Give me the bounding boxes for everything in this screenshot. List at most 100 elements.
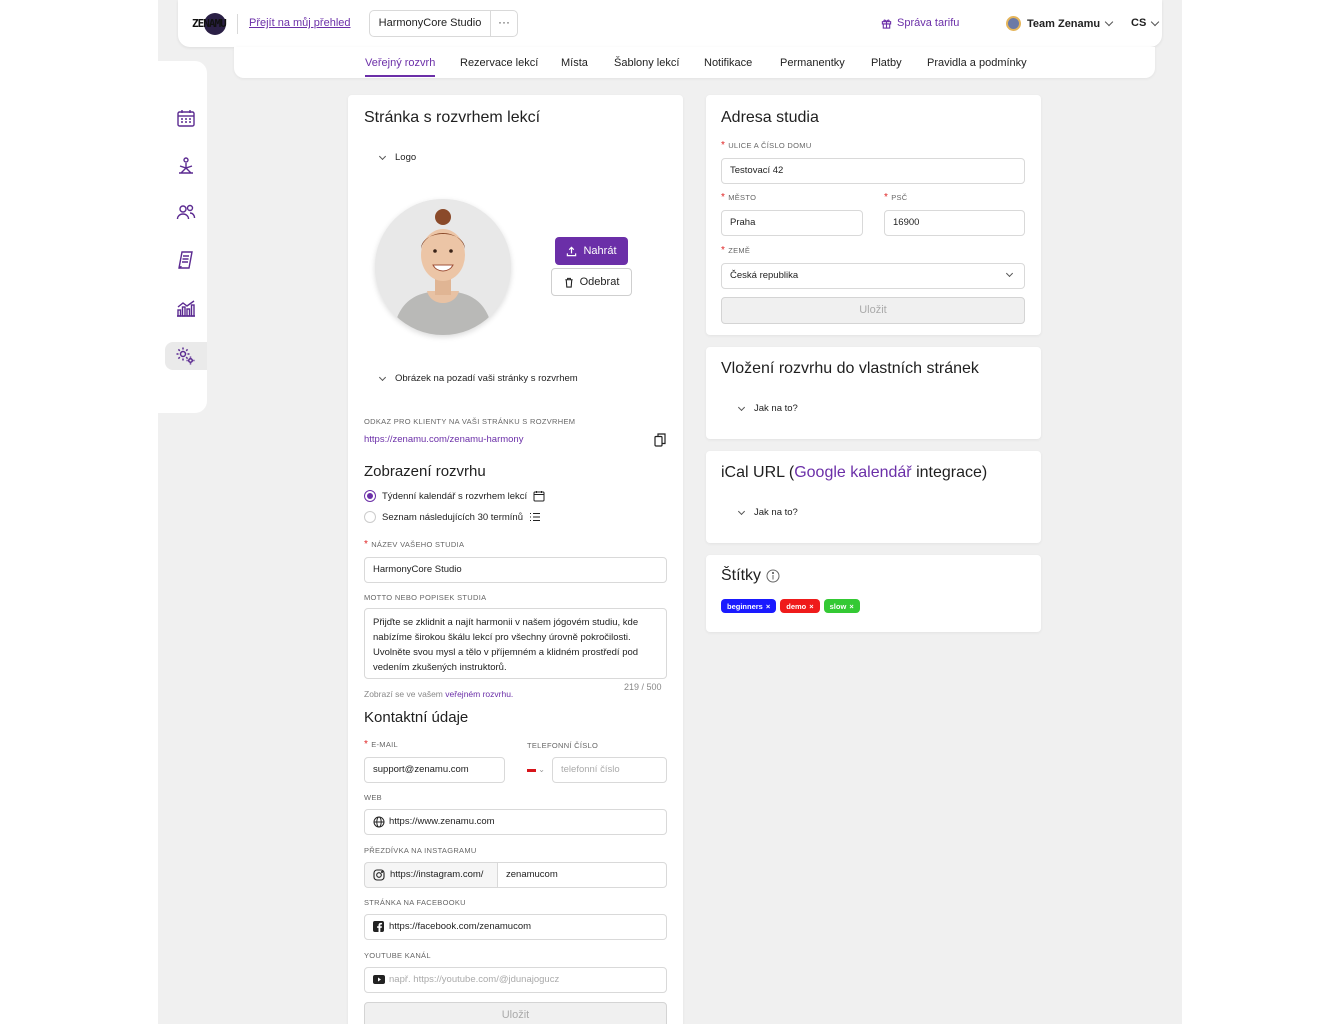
public-schedule-link[interactable]: veřejném rozvrhu. bbox=[445, 689, 513, 699]
close-icon[interactable]: × bbox=[809, 602, 813, 611]
chevron-down-icon bbox=[378, 373, 387, 381]
calendar-icon bbox=[533, 491, 545, 502]
tag-demo[interactable]: demo × bbox=[780, 599, 820, 613]
upload-button[interactable]: Nahrát bbox=[555, 237, 628, 265]
schedule-link[interactable]: https://zenamu.com/zenamu-harmony bbox=[364, 434, 523, 445]
web-input[interactable]: https://www.zenamu.com bbox=[364, 809, 667, 835]
instagram-label: Přezdívka na Instagramu bbox=[364, 846, 477, 855]
studio-selector[interactable]: HarmonyCore Studio ··· bbox=[369, 10, 518, 37]
background-section-label: Obrázek na pozadí vaši stránky s rozvrhe… bbox=[395, 373, 578, 384]
tab-bookings[interactable]: Rezervace lekcí bbox=[460, 57, 538, 69]
embed-howto-toggle[interactable]: Jak na to? bbox=[737, 403, 798, 414]
settings-icon bbox=[176, 347, 195, 365]
globe-icon bbox=[373, 816, 385, 828]
schedule-link-label: Odkaz pro klienty na vaši stránku s rozv… bbox=[364, 417, 576, 426]
zip-input[interactable]: 16900 bbox=[884, 210, 1025, 236]
studio-selector-name[interactable]: HarmonyCore Studio bbox=[370, 11, 491, 36]
plan-management-link[interactable]: Správa tarifu bbox=[881, 17, 959, 29]
radio-unselected[interactable] bbox=[364, 511, 376, 523]
tab-rules[interactable]: Pravidla a podmínky bbox=[927, 57, 1027, 69]
sidebar-item-classes[interactable] bbox=[165, 152, 207, 180]
team-menu[interactable]: Team Zenamu bbox=[1006, 16, 1114, 31]
email-label: * E-mail bbox=[364, 739, 399, 750]
sidebar-item-analytics[interactable] bbox=[165, 294, 207, 322]
motto-hint: Zobrazí se ve vašem veřejném rozvrhu. bbox=[364, 689, 514, 699]
phone-label: Telefonní číslo bbox=[527, 741, 599, 750]
tab-notifications[interactable]: Notifikace bbox=[704, 57, 752, 69]
plan-link-label: Správa tarifu bbox=[897, 17, 960, 29]
instagram-input[interactable]: zenamucom bbox=[497, 862, 667, 888]
save-button[interactable]: Uložit bbox=[364, 1002, 667, 1024]
tab-places[interactable]: Místa bbox=[561, 57, 588, 69]
facebook-input[interactable]: https://facebook.com/zenamucom bbox=[364, 914, 667, 940]
overview-link[interactable]: Přejít na můj přehled bbox=[249, 17, 351, 29]
studio-name-label: * Název vašeho studia bbox=[364, 539, 465, 550]
city-input[interactable]: Praha bbox=[721, 210, 863, 236]
chevron-down-icon bbox=[378, 152, 387, 160]
instagram-prefix: https://instagram.com/ bbox=[364, 862, 497, 888]
contact-section-title: Kontaktní údaje bbox=[364, 709, 469, 726]
copy-icon[interactable] bbox=[654, 433, 666, 447]
youtube-input[interactable]: např. https://youtube.com/@jdunajogucz bbox=[364, 967, 667, 993]
settings-tabs: Veřejný rozvrh Rezervace lekcí Místa Šab… bbox=[234, 47, 1155, 78]
ical-howto-toggle[interactable]: Jak na to? bbox=[737, 507, 798, 518]
display-option-list[interactable]: Seznam následujících 30 termínů bbox=[364, 511, 541, 523]
motto-textarea[interactable]: Přijďte se zklidnit a najít harmonii v n… bbox=[364, 608, 667, 679]
language-selector[interactable]: CS bbox=[1131, 17, 1160, 29]
card-title: Stránka s rozvrhem lekcí bbox=[364, 109, 541, 126]
sidebar-item-settings[interactable] bbox=[165, 342, 207, 370]
ical-howto-label: Jak na to? bbox=[754, 507, 798, 518]
more-icon[interactable]: ··· bbox=[491, 11, 517, 36]
close-icon[interactable]: × bbox=[766, 602, 770, 611]
street-input[interactable]: Testovací 42 bbox=[721, 158, 1025, 184]
remove-button-label: Odebrat bbox=[579, 276, 620, 288]
zenamu-logo[interactable]: ZENAMU bbox=[192, 13, 228, 35]
facebook-label: Stránka na Facebooku bbox=[364, 898, 466, 907]
logo-section-toggle[interactable]: Logo bbox=[378, 152, 417, 163]
instagram-prefix-text: https://instagram.com/ bbox=[390, 869, 484, 880]
address-title: Adresa studia bbox=[721, 109, 819, 126]
chevron-down-icon bbox=[1005, 269, 1014, 278]
remove-button[interactable]: Odebrat bbox=[551, 268, 632, 296]
radio-selected[interactable] bbox=[364, 490, 376, 502]
google-calendar-link[interactable]: Google kalendář bbox=[794, 464, 911, 481]
country-select[interactable]: Česká republika bbox=[721, 263, 1025, 289]
close-icon[interactable]: × bbox=[849, 602, 853, 611]
receipt-icon bbox=[178, 251, 193, 269]
tag-beginners[interactable]: beginners × bbox=[721, 599, 777, 613]
chevron-down-icon bbox=[1151, 17, 1160, 26]
schedule-page-card: Stránka s rozvrhem lekcí Logo Nahrát Ode… bbox=[348, 95, 683, 1024]
country-select-value: Česká republika bbox=[730, 270, 799, 281]
zip-label: * PSČ bbox=[884, 192, 908, 203]
analytics-icon bbox=[177, 300, 195, 317]
sidebar-item-clients[interactable] bbox=[165, 198, 207, 226]
address-save-button[interactable]: Uložit bbox=[721, 297, 1025, 324]
tab-passes[interactable]: Permanentky bbox=[780, 57, 845, 69]
display-option-weekly-label: Týdenní kalendář s rozvrhem lekcí bbox=[382, 490, 528, 502]
studio-name-input[interactable]: HarmonyCore Studio bbox=[364, 557, 667, 583]
chevron-down-icon bbox=[737, 507, 746, 515]
tab-public-schedule[interactable]: Veřejný rozvrh bbox=[365, 57, 436, 77]
display-option-list-label: Seznam následujících 30 termínů bbox=[382, 511, 523, 523]
logo-section-label: Logo bbox=[395, 152, 417, 163]
phone-input[interactable]: telefonní číslo bbox=[552, 757, 667, 783]
address-card: Adresa studia * Ulice a číslo domu Testov… bbox=[706, 95, 1041, 335]
sidebar-item-calendar[interactable] bbox=[165, 104, 207, 132]
background-section-toggle[interactable]: Obrázek na pozadí vaši stránky s rozvrhe… bbox=[378, 373, 578, 384]
embed-title: Vložení rozvrhu do vlastních stránek bbox=[721, 360, 979, 377]
phone-country-select[interactable]: ⌄ bbox=[527, 757, 549, 783]
tab-templates[interactable]: Šablony lekcí bbox=[614, 57, 679, 69]
instagram-icon bbox=[373, 869, 385, 881]
sidebar-item-invoices[interactable] bbox=[165, 246, 207, 274]
tab-payments[interactable]: Platby bbox=[871, 57, 902, 69]
users-icon bbox=[176, 204, 196, 220]
motto-label: Motto nebo popisek studia bbox=[364, 593, 487, 602]
web-label: Web bbox=[364, 793, 382, 802]
youtube-icon bbox=[373, 975, 385, 984]
display-option-weekly[interactable]: Týdenní kalendář s rozvrhem lekcí bbox=[364, 490, 545, 502]
chevron-down-icon bbox=[737, 403, 746, 411]
info-icon[interactable] bbox=[766, 569, 780, 583]
email-input[interactable]: support@zenamu.com bbox=[364, 757, 505, 783]
upload-button-label: Nahrát bbox=[583, 245, 617, 257]
tag-slow[interactable]: slow × bbox=[823, 599, 860, 613]
